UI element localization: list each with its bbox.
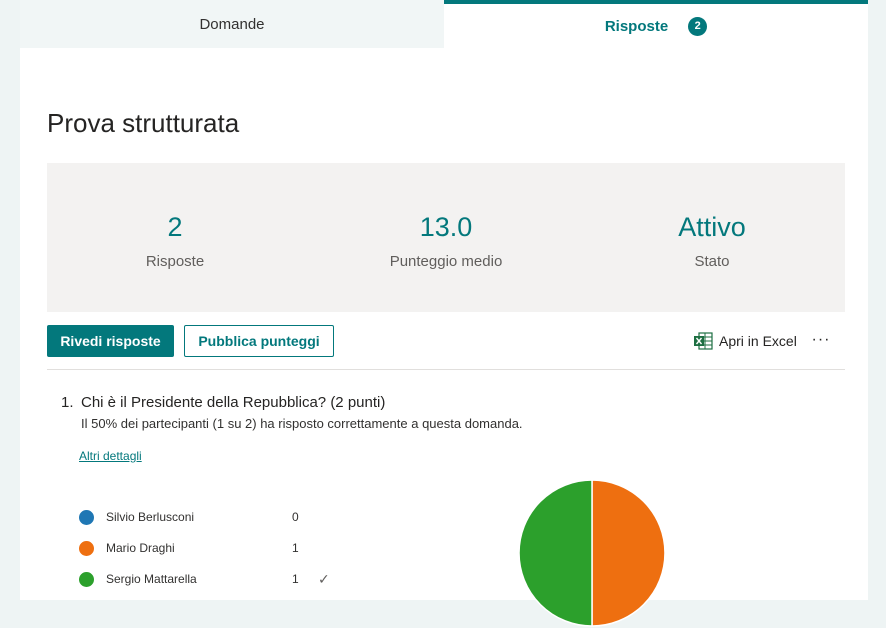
legend-dot-icon (79, 571, 94, 587)
legend-label: Sergio Mattarella (106, 572, 197, 586)
open-in-excel-button[interactable]: Apri in Excel (693, 330, 797, 352)
stat-avg-score-value: 13.0 (419, 212, 473, 242)
stat-status: Attivo Stato (612, 211, 812, 270)
legend-count: 1 (292, 541, 299, 555)
review-responses-button[interactable]: Rivedi risposte (47, 325, 174, 357)
stat-status-value: Attivo (678, 212, 746, 242)
tab-responses[interactable]: Risposte 2 (444, 0, 868, 48)
pie-chart (518, 479, 666, 627)
stat-avg-score: 13.0 Punteggio medio (346, 211, 546, 270)
open-in-excel-label: Apri in Excel (719, 333, 797, 349)
tab-questions[interactable]: Domande (20, 0, 444, 48)
legend-label: Silvio Berlusconi (106, 510, 195, 524)
stat-responses-label: Risposte (145, 253, 205, 270)
legend-item: Silvio Berlusconi 0 (79, 509, 318, 525)
divider (47, 369, 845, 370)
publish-scores-button[interactable]: Pubblica punteggi (184, 325, 334, 357)
excel-icon (694, 332, 713, 350)
more-options-button[interactable]: ··· (809, 329, 833, 351)
legend-label: Mario Draghi (106, 541, 175, 555)
tab-bar: Domande Risposte 2 (20, 0, 868, 48)
more-details-link[interactable]: Altri dettagli (79, 449, 142, 463)
pie-slice-mario-draghi (591, 479, 666, 627)
form-card: Domande Risposte 2 Prova strutturata 2 R… (20, 0, 868, 627)
stat-avg-score-label: Punteggio medio (389, 253, 503, 270)
tab-responses-label: Risposte (604, 17, 669, 35)
question-number: 1. (61, 394, 74, 411)
responses-count-badge: 2 (688, 16, 708, 36)
summary-panel: 2 Risposte 13.0 Punteggio medio Attivo S… (47, 163, 845, 312)
stat-responses: 2 Risposte (75, 211, 275, 270)
question-text: Chi è il Presidente della Repubblica? (2… (81, 394, 386, 411)
legend-item: Mario Draghi 1 (79, 540, 318, 556)
question-title: 1. Chi è il Presidente della Repubblica? … (61, 394, 385, 411)
stat-responses-value: 2 (167, 212, 183, 242)
legend-dot-icon (79, 540, 94, 556)
legend-count: 1 (292, 572, 299, 586)
pie-slice-sergio-mattarella (518, 479, 593, 627)
legend-dot-icon (79, 509, 94, 525)
tab-questions-label: Domande (199, 15, 265, 33)
legend-count: 0 (292, 510, 299, 524)
legend-item: Sergio Mattarella 1 ✓ (79, 571, 330, 587)
page-title: Prova strutturata (47, 108, 240, 138)
stat-status-label: Stato (694, 253, 730, 270)
correct-answer-check-icon: ✓ (318, 570, 330, 587)
question-summary: Il 50% dei partecipanti (1 su 2) ha risp… (81, 416, 523, 431)
